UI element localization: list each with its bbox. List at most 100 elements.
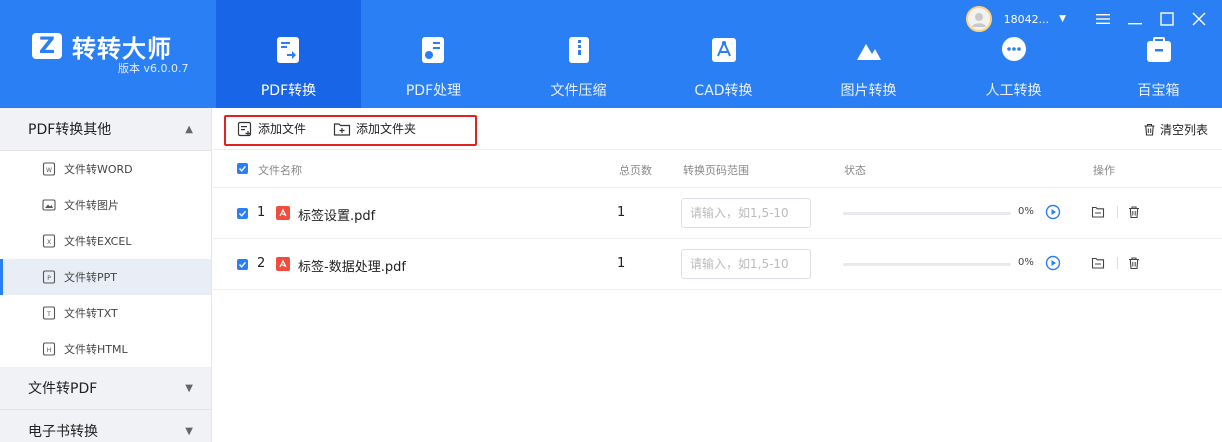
tab-pdf-convert[interactable]: PDF转换 xyxy=(216,0,361,108)
page-count: 1 xyxy=(617,256,626,271)
caret-up-icon: ▲ xyxy=(185,123,193,135)
add-folder-button[interactable]: 添加文件夹 xyxy=(333,120,416,137)
divider xyxy=(1117,257,1118,269)
ppt-icon: P xyxy=(42,270,56,284)
add-file-label: 添加文件 xyxy=(258,122,307,136)
table-row: 2 标签-数据处理.pdf 1 0% xyxy=(213,239,1222,290)
delete-icon[interactable] xyxy=(1127,256,1141,270)
row-checkbox[interactable] xyxy=(237,208,248,219)
caret-down-icon: ▼ xyxy=(185,382,193,394)
page-range-input[interactable] xyxy=(681,198,811,228)
pdf-convert-icon xyxy=(275,35,303,65)
image-icon xyxy=(855,35,883,65)
table-row: 1 标签设置.pdf 1 0% xyxy=(213,188,1222,239)
close-icon[interactable] xyxy=(1190,10,1208,28)
add-folder-icon xyxy=(333,122,351,136)
sidebar-item-to-html[interactable]: H 文件转HTML xyxy=(0,331,211,367)
play-icon[interactable] xyxy=(1045,255,1061,271)
menu-icon[interactable] xyxy=(1094,10,1112,28)
sidebar-item-to-image[interactable]: 文件转图片 xyxy=(0,187,211,223)
tab-pdf-process[interactable]: PDF处理 xyxy=(361,0,506,108)
pdf-file-icon xyxy=(276,206,290,220)
tab-compress[interactable]: 文件压缩 xyxy=(506,0,651,108)
toolbar: 添加文件 添加文件夹 清空列表 xyxy=(213,108,1222,150)
add-file-button[interactable]: 添加文件 xyxy=(237,120,306,137)
sidebar-item-label: 文件转图片 xyxy=(64,199,119,212)
sidebar-group-pdf-other[interactable]: PDF转换其他 ▲ xyxy=(0,108,211,151)
add-folder-label: 添加文件夹 xyxy=(356,122,417,136)
tab-label: PDF转换 xyxy=(260,83,317,99)
clear-list-button[interactable]: 清空列表 xyxy=(1143,121,1208,138)
maximize-icon[interactable] xyxy=(1158,10,1176,28)
svg-text:H: H xyxy=(47,347,52,354)
sidebar-item-label: 文件转HTML xyxy=(64,343,128,356)
toolbox-icon xyxy=(1145,35,1173,65)
cad-icon xyxy=(710,35,738,65)
sidebar-item-to-word[interactable]: W 文件转WORD xyxy=(0,151,211,187)
window-controls: 18042... ▼ xyxy=(965,6,1208,32)
file-name: 标签-数据处理.pdf xyxy=(298,260,406,275)
top-bar: Z 转转大师 版本 v6.0.0.7 PDF转换 PDF处理 文件压缩 CAD转… xyxy=(0,0,1222,108)
progress-percent: 0% xyxy=(1018,206,1034,217)
app-version: 版本 v6.0.0.7 xyxy=(118,62,189,75)
file-name: 标签设置.pdf xyxy=(298,209,376,224)
add-file-icon xyxy=(237,121,252,136)
svg-text:P: P xyxy=(47,275,51,282)
sidebar-item-label: 文件转TXT xyxy=(64,307,118,320)
sidebar-item-to-txt[interactable]: T 文件转TXT xyxy=(0,295,211,331)
txt-icon: T xyxy=(42,306,56,320)
divider xyxy=(1117,206,1118,218)
column-header-range: 转换页码范围 xyxy=(683,164,749,177)
column-header-status: 状态 xyxy=(844,164,866,177)
sidebar-group-to-pdf[interactable]: 文件转PDF ▼ xyxy=(0,367,211,410)
sidebar-item-to-ppt[interactable]: P 文件转PPT xyxy=(0,259,211,295)
open-folder-icon[interactable] xyxy=(1091,205,1105,219)
sidebar-item-label: 文件转PPT xyxy=(64,271,117,284)
caret-down-icon: ▼ xyxy=(185,425,193,437)
html-icon: H xyxy=(42,342,56,356)
sidebar-group-label: PDF转换其他 xyxy=(28,122,112,138)
row-checkbox[interactable] xyxy=(237,259,248,270)
page-range-input[interactable] xyxy=(681,249,811,279)
page-count: 1 xyxy=(617,205,626,220)
play-icon[interactable] xyxy=(1045,204,1061,220)
progress-bar xyxy=(843,263,1011,266)
progress-bar xyxy=(843,212,1011,215)
sidebar-group-ebook[interactable]: 电子书转换 ▼ xyxy=(0,410,211,442)
main-content: 添加文件 添加文件夹 清空列表 文件名称 总页数 转换页码范围 状态 操作 1 … xyxy=(213,108,1222,442)
sidebar-item-label: 文件转WORD xyxy=(64,163,133,176)
trash-icon xyxy=(1144,123,1155,136)
tab-label: 人工转换 xyxy=(985,83,1042,99)
word-icon: W xyxy=(42,162,56,176)
svg-text:X: X xyxy=(47,239,51,246)
tab-label: 图片转换 xyxy=(840,83,897,99)
open-folder-icon[interactable] xyxy=(1091,256,1105,270)
tab-cad[interactable]: CAD转换 xyxy=(651,0,796,108)
select-all-checkbox[interactable] xyxy=(237,163,248,174)
chat-icon xyxy=(1000,35,1028,65)
sidebar-group-label: 文件转PDF xyxy=(28,381,98,397)
tab-image[interactable]: 图片转换 xyxy=(796,0,941,108)
delete-icon[interactable] xyxy=(1127,205,1141,219)
column-header-name: 文件名称 xyxy=(258,164,302,177)
column-header-actions: 操作 xyxy=(1093,164,1115,177)
user-name[interactable]: 18042... xyxy=(1004,13,1049,26)
row-index: 2 xyxy=(257,256,266,271)
avatar[interactable] xyxy=(965,6,992,32)
tab-label: 百宝箱 xyxy=(1137,83,1180,99)
svg-text:T: T xyxy=(46,311,51,318)
clear-list-label: 清空列表 xyxy=(1159,123,1208,137)
column-header-pages: 总页数 xyxy=(619,164,652,177)
tab-label: 文件压缩 xyxy=(550,83,607,99)
sidebar-item-label: 文件转EXCEL xyxy=(64,235,132,248)
caret-down-icon[interactable]: ▼ xyxy=(1059,14,1066,24)
zip-icon xyxy=(565,35,593,65)
row-index: 1 xyxy=(257,205,266,220)
tab-label: CAD转换 xyxy=(694,83,753,99)
pdf-process-icon xyxy=(420,35,448,65)
logo-mark-icon: Z xyxy=(32,33,62,59)
minimize-icon[interactable] xyxy=(1126,10,1144,28)
sidebar-item-to-excel[interactable]: X 文件转EXCEL xyxy=(0,223,211,259)
image-file-icon xyxy=(42,198,56,212)
tab-label: PDF处理 xyxy=(405,83,462,99)
